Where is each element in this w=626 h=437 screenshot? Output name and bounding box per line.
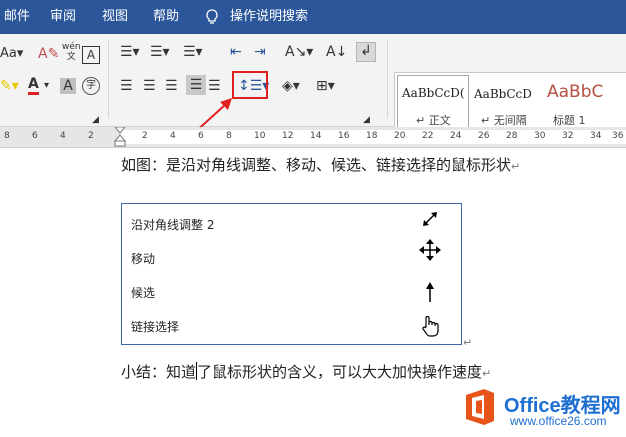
row-label-move: 移动 (131, 252, 156, 266)
clear-formatting-icon[interactable]: A✎ (38, 46, 59, 62)
line-spacing-highlight (232, 71, 268, 99)
paragraph-mark: ↵ (511, 160, 521, 173)
ruler-tick-label: 10 (254, 131, 266, 141)
bullets-icon[interactable]: ☰▾ (120, 44, 140, 60)
ruler-tick-label: 36 (612, 131, 624, 141)
tell-me-search[interactable]: 操作说明搜索 (230, 0, 308, 34)
watermark-url: www.office26.com (510, 414, 607, 428)
row-label-alternate: 候选 (131, 286, 156, 300)
indent-marker-icon[interactable] (114, 127, 126, 147)
style-normal[interactable]: AaBbCcD( ↵ 正文 (397, 75, 469, 129)
office-logo-icon (466, 389, 494, 425)
justify-icon[interactable]: ☰ (186, 75, 206, 95)
ruler-tick-label: 2 (88, 131, 94, 141)
style-heading-1[interactable]: AaBbC 标题 1 (545, 75, 625, 129)
align-right-icon[interactable]: ☰ (165, 78, 178, 94)
ribbon: Aa▾ A✎ wén 文 A ✎▾ A ▾ A 字 ☰▾ ☰▾ ☰▾ ⇤ ⇥ A↘… (0, 34, 626, 159)
font-dialog-launcher-icon[interactable]: ◢ (92, 112, 99, 128)
cursor-table: 沿对角线调整 2 移动 候选 链接选择 (121, 203, 462, 345)
change-case-icon[interactable]: Aa▾ (0, 46, 23, 62)
horizontal-ruler[interactable]: 8 6 4 2 2 4 6 8 10 12 14 16 18 20 22 24 26 28 30 32 34 36 (0, 127, 626, 148)
up-arrow-icon (426, 282, 434, 302)
text-cursor (196, 362, 198, 380)
summary-text-b: 了鼠标形状的含义，可以大大加快操作速度 (197, 363, 483, 381)
ruler-tick-label: 16 (338, 131, 350, 141)
style-heading-1-sample: AaBbC (547, 82, 604, 102)
ruler-tick-label: 6 (198, 131, 204, 141)
ruler-tick-label: 14 (310, 131, 322, 141)
ruler-tick-label: 28 (506, 131, 518, 141)
ruler-tick-label: 8 (226, 131, 232, 141)
character-border-icon[interactable]: A (82, 46, 100, 64)
row-label-diagonal: 沿对角线调整 2 (131, 218, 215, 232)
distributed-icon[interactable]: ☰ (208, 78, 221, 94)
ruler-tick-label: 34 (590, 131, 602, 141)
ruler-tick-label: 26 (478, 131, 490, 141)
ruler-tick-label: 4 (170, 131, 176, 141)
character-shading-icon[interactable]: A (60, 78, 76, 94)
sort-icon[interactable]: A↓ (326, 44, 347, 60)
phonetic-guide-icon[interactable]: wén 文 (62, 42, 81, 62)
ruler-tick-label: 30 (534, 131, 546, 141)
style-no-spacing[interactable]: AaBbCcD ↵ 无间隔 (471, 75, 543, 129)
menu-mailings[interactable]: 邮件 (4, 0, 30, 34)
table-end-mark: ↵ (463, 336, 473, 349)
menu-view[interactable]: 视图 (102, 0, 128, 34)
line-1-text: 如图：是沿对角线调整、移动、候选、链接选择的鼠标形状 (121, 156, 512, 174)
borders-icon[interactable]: ⊞▾ (316, 78, 335, 94)
document-line-1: 如图：是沿对角线调整、移动、候选、链接选择的鼠标形状↵ (121, 154, 520, 175)
font-color-icon[interactable]: A (28, 76, 39, 95)
paragraph-mark: ↵ (482, 367, 492, 380)
style-heading-1-name: 标题 1 (553, 114, 586, 127)
style-normal-name: ↵ 正文 (416, 114, 451, 127)
numbering-icon[interactable]: ☰▾ (150, 44, 170, 60)
increase-indent-icon[interactable]: ⇥ (254, 44, 266, 60)
separator (387, 40, 388, 118)
font-color-dropdown-icon[interactable]: ▾ (44, 78, 49, 94)
style-no-spacing-sample: AaBbCcD (474, 87, 532, 101)
ruler-tick-label: 2 (142, 131, 148, 141)
center-icon[interactable]: ☰ (143, 78, 156, 94)
menu-bar: 邮件 审阅 视图 帮助 操作说明搜索 (0, 0, 626, 34)
separator (108, 40, 109, 118)
menu-review[interactable]: 审阅 (50, 0, 76, 34)
row-label-link: 链接选择 (131, 320, 180, 334)
ruler-tick-label: 20 (394, 131, 406, 141)
lightbulb-icon (206, 9, 218, 24)
styles-gallery: AaBbCcD( ↵ 正文 AaBbCcD ↵ 无间隔 AaBbC 标题 1 (394, 72, 626, 134)
menu-help[interactable]: 帮助 (153, 0, 179, 34)
highlight-color-icon[interactable]: ✎▾ (0, 78, 19, 94)
paragraph-dialog-launcher-icon[interactable]: ◢ (363, 112, 370, 128)
ruler-tick-label: 22 (422, 131, 434, 141)
enclose-characters-icon[interactable]: 字 (82, 77, 100, 95)
style-normal-sample: AaBbCcD( (402, 86, 465, 100)
ruler-tick-label: 12 (282, 131, 294, 141)
shading-icon[interactable]: ◈▾ (282, 78, 300, 94)
ruler-tick-label: 6 (32, 131, 38, 141)
hand-pointer-icon (422, 315, 439, 337)
ruler-tick-label: 18 (366, 131, 378, 141)
summary-text-a: 小结：知道 (121, 363, 197, 381)
chinese-layout-icon[interactable]: A↘▾ (285, 44, 313, 60)
ruler-tick-label: 32 (562, 131, 574, 141)
ruler-tick-label: 4 (60, 131, 66, 141)
diagonal-resize-icon (423, 212, 437, 226)
ruler-tick-label: 8 (4, 131, 10, 141)
decrease-indent-icon[interactable]: ⇤ (230, 44, 242, 60)
align-left-icon[interactable]: ☰ (120, 78, 133, 94)
move-icon (419, 239, 441, 261)
multilevel-list-icon[interactable]: ☰▾ (183, 44, 203, 60)
style-no-spacing-name: ↵ 无间隔 (481, 114, 527, 127)
ruler-tick-label: 24 (450, 131, 462, 141)
document-summary-line: 小结：知道了鼠标形状的含义，可以大大加快操作速度↵ (121, 359, 491, 382)
show-hide-marks-icon[interactable]: ↲ (356, 42, 376, 62)
